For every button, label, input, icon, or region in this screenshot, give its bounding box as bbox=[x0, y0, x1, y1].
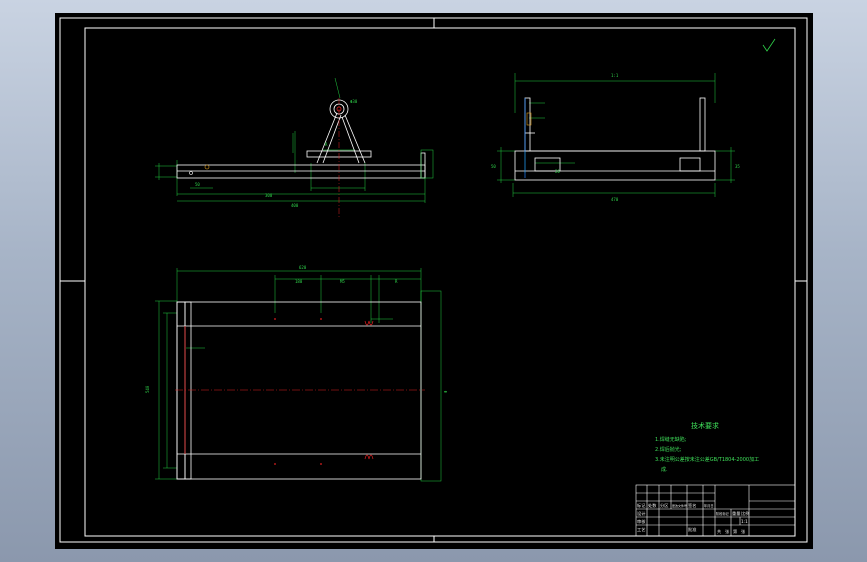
svg-text:50: 50 bbox=[195, 182, 200, 187]
title-block: 标记 处数 分区 更改文件号 签名 年月日 设计 审核 工艺 批准 阶段标记 重… bbox=[635, 484, 796, 537]
tech-requirements-title: 技术要求 bbox=[691, 421, 719, 430]
svg-text:470: 470 bbox=[611, 197, 619, 202]
svg-text:R: R bbox=[325, 142, 328, 147]
technical-requirements: 技术要求 1.焊缝无缺陷; 2.焊后抛光; 3.未注明公差按未注公差GB/T18… bbox=[655, 421, 759, 473]
title-block-weight: 重量 bbox=[732, 510, 740, 517]
title-block-reviewer: 审核 bbox=[637, 518, 646, 525]
title-block-sheet: 张 bbox=[741, 528, 746, 535]
title-block-change-doc: 更改文件号 bbox=[672, 503, 687, 508]
svg-text:300: 300 bbox=[265, 193, 273, 198]
svg-text:M5: M5 bbox=[340, 279, 345, 284]
title-block-mark: 标记 bbox=[637, 502, 646, 509]
title-block-date: 年月日 bbox=[704, 503, 714, 508]
title-block-approve: 批准 bbox=[688, 526, 696, 533]
svg-text:Φ30: Φ30 bbox=[350, 99, 358, 104]
title-block-count: 处数 bbox=[648, 502, 657, 509]
title-block-sheets: 张 bbox=[725, 528, 730, 535]
roughness-symbol bbox=[762, 38, 776, 52]
svg-text:Φ: Φ bbox=[443, 390, 448, 393]
title-block-stage: 阶段标记 bbox=[716, 511, 730, 516]
svg-text:620: 620 bbox=[299, 265, 307, 270]
side-view: 1:1 470 50 35 20 bbox=[491, 73, 740, 202]
drawing-sheet: 400 300 50 R Φ30 1:1 470 50 35 20 620 18… bbox=[59, 17, 808, 543]
title-block-signature: 签名 bbox=[688, 502, 696, 509]
tech-requirement-1: 1.焊缝无缺陷; bbox=[655, 436, 687, 443]
svg-text:180: 180 bbox=[295, 279, 303, 284]
svg-text:1:1: 1:1 bbox=[611, 73, 619, 78]
svg-text:540: 540 bbox=[145, 385, 150, 393]
title-block-designer: 设计 bbox=[637, 510, 645, 517]
front-view: 400 300 50 R Φ30 bbox=[155, 77, 434, 218]
title-block-number: 第 bbox=[733, 528, 737, 535]
svg-text:R: R bbox=[395, 279, 398, 284]
title-block-total: 共 bbox=[717, 528, 721, 535]
title-block-scale: 1:1 bbox=[741, 519, 748, 524]
title-block-process: 工艺 bbox=[637, 527, 645, 532]
outer-frame bbox=[59, 17, 808, 543]
title-block-ratio: 比例 bbox=[741, 510, 749, 517]
svg-text:400: 400 bbox=[291, 203, 299, 208]
tech-requirement-2: 2.焊后抛光; bbox=[655, 446, 682, 453]
cad-drawing-viewport[interactable]: 400 300 50 R Φ30 1:1 470 50 35 20 620 18… bbox=[55, 13, 813, 549]
svg-text:35: 35 bbox=[735, 164, 740, 169]
tech-requirement-3: 3.未注明公差按未注公差GB/T1804-2000加工 bbox=[655, 456, 759, 463]
svg-text:20: 20 bbox=[555, 169, 560, 174]
centering-marks bbox=[60, 18, 807, 542]
tech-requirement-3-cont: 成. bbox=[661, 466, 668, 473]
title-block-zone: 分区 bbox=[660, 502, 668, 509]
svg-text:50: 50 bbox=[491, 164, 496, 169]
top-view: 620 180 M5 R 540 Φ bbox=[145, 265, 448, 482]
